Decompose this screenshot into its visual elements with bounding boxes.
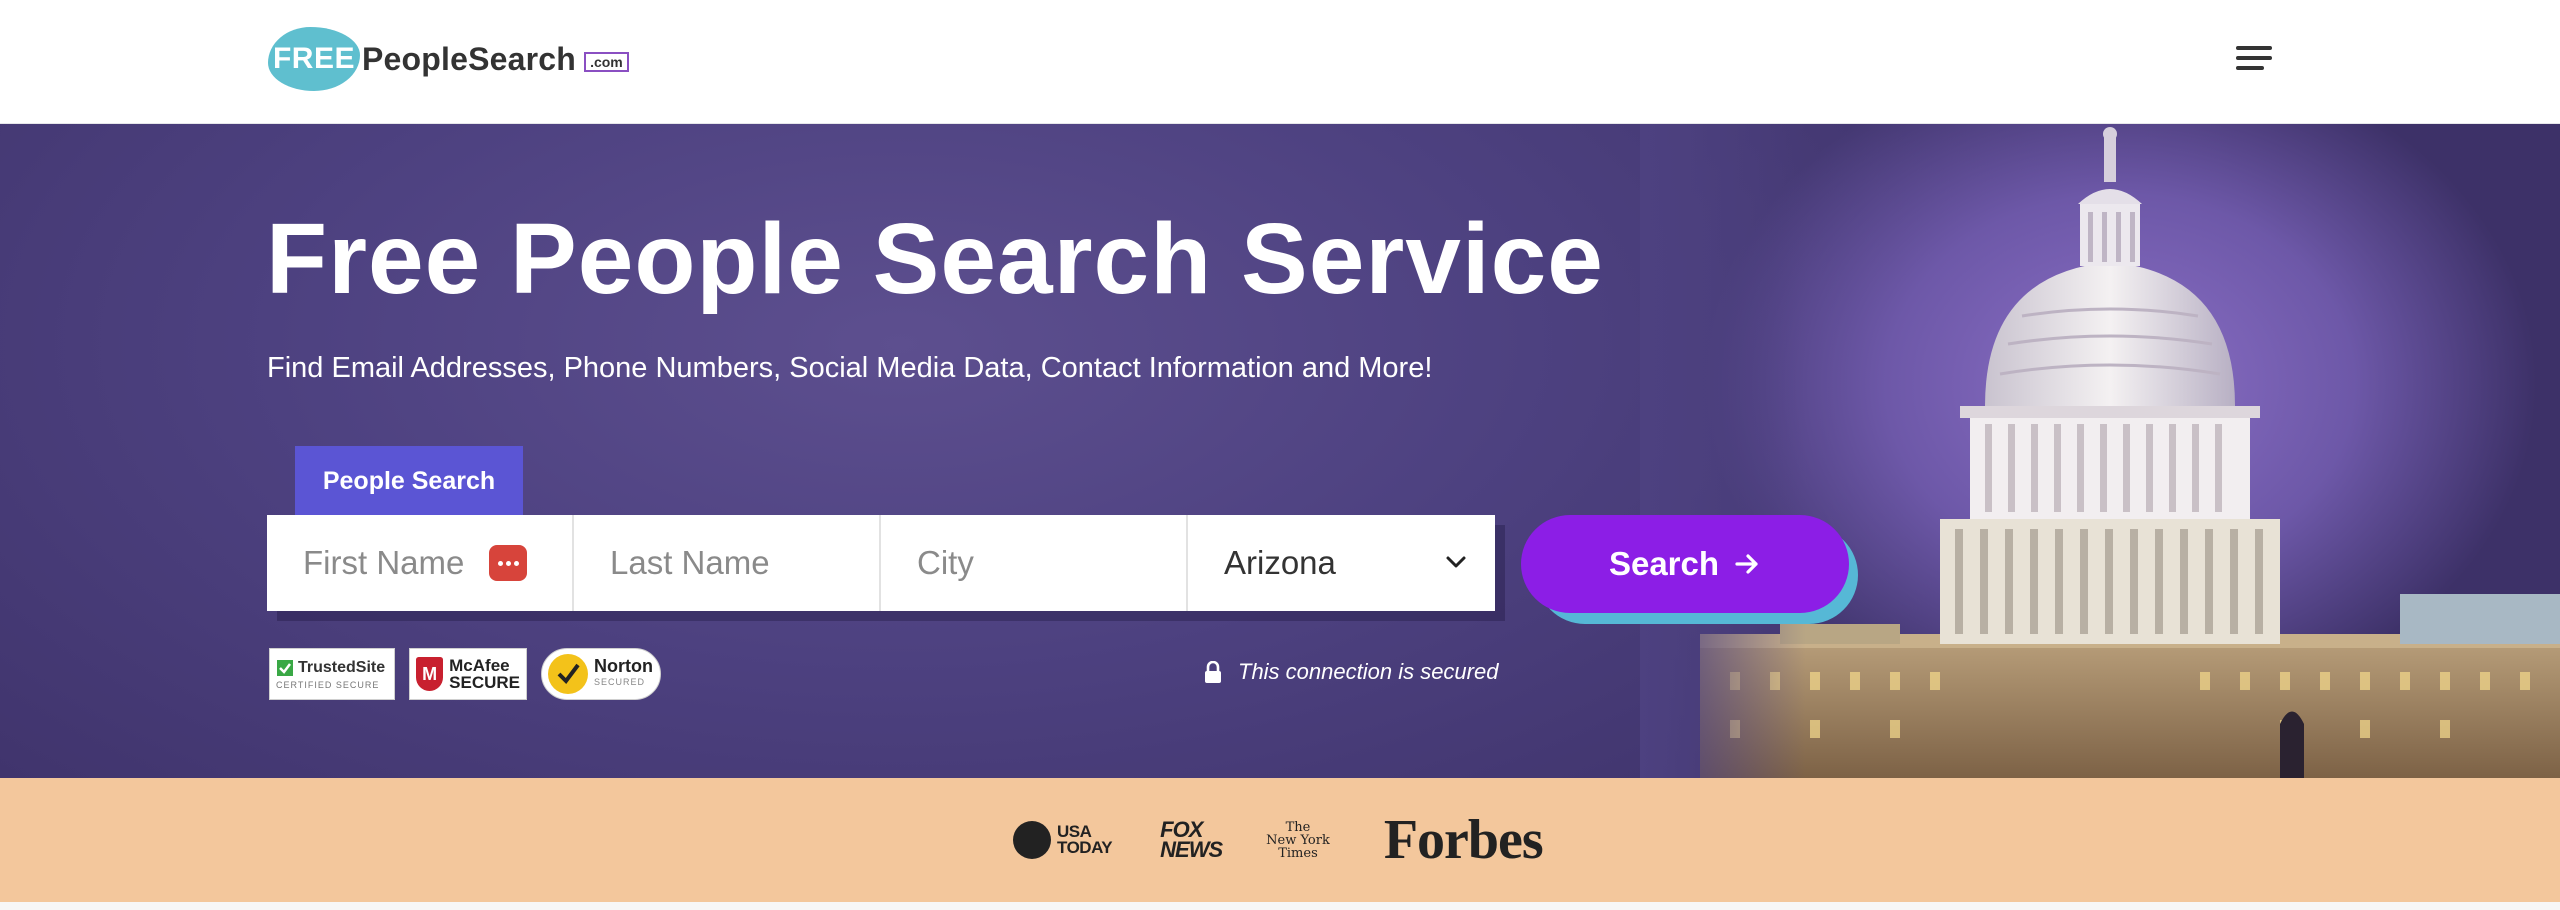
secure-connection-note: This connection is secured xyxy=(1204,659,1498,685)
trustedsite-badge: TrustedSite CERTIFIED SECURE xyxy=(269,648,395,700)
site-logo[interactable]: FREE PeopleSearch .com xyxy=(268,26,629,92)
forbes-logo: Forbes xyxy=(1383,809,1544,871)
city-field-wrapper xyxy=(881,515,1188,611)
hamburger-menu-icon[interactable] xyxy=(2236,44,2272,74)
trustedsite-title: TrustedSite xyxy=(298,658,386,676)
norton-title: Norton xyxy=(594,656,653,676)
trustedsite-sub: CERTIFIED SECURE xyxy=(276,679,380,690)
autofill-dots-icon[interactable] xyxy=(489,545,527,581)
hero-subtitle: Find Email Addresses, Phone Numbers, Soc… xyxy=(267,352,1433,384)
secure-text: This connection is secured xyxy=(1238,659,1499,684)
capitol-building-image xyxy=(1640,124,2560,778)
mcafee-shield-icon: M xyxy=(416,657,444,691)
mcafee-line2: SECURE xyxy=(449,673,520,692)
fox-news-logo: FOX NEWS xyxy=(1160,819,1223,862)
page-bottom-edge xyxy=(0,902,2560,910)
nyt-line2: New York xyxy=(1266,832,1330,848)
state-select[interactable]: Arizona xyxy=(1188,515,1495,611)
nyt-logo: The New York Times xyxy=(1266,821,1330,860)
usa-today-line2: TODAY xyxy=(1057,838,1113,857)
city-input[interactable] xyxy=(881,544,1186,582)
first-name-field-wrapper xyxy=(267,515,574,611)
mcafee-badge: M McAfee SECURE xyxy=(409,648,527,700)
logo-badge: FREE xyxy=(268,27,360,91)
chevron-down-icon xyxy=(1446,556,1466,568)
press-logos: USA TODAY FOX NEWS The New York Times Fo… xyxy=(1013,804,1544,876)
hero-section: Free People Search Service Find Email Ad… xyxy=(0,124,2560,778)
nyt-line1: The xyxy=(1285,819,1311,835)
tab-people-search[interactable]: People Search xyxy=(295,446,523,516)
logo-domain-suffix: .com xyxy=(584,52,629,72)
norton-sub: SECURED xyxy=(594,677,646,687)
mcafee-line1: McAfee xyxy=(449,656,510,675)
people-search-form: Arizona xyxy=(267,515,1495,611)
usa-today-logo: USA TODAY xyxy=(1013,821,1113,859)
norton-check-icon xyxy=(548,654,588,694)
arrow-right-icon xyxy=(1735,554,1758,574)
logo-wordmark: PeopleSearch xyxy=(362,40,577,77)
as-seen-on-strip: USA TODAY FOX NEWS The New York Times Fo… xyxy=(0,778,2560,902)
check-icon xyxy=(277,659,293,676)
last-name-field-wrapper xyxy=(574,515,881,611)
hero-title: Free People Search Service xyxy=(266,203,1604,315)
search-button[interactable]: Search xyxy=(1521,515,1849,613)
usa-today-dot-icon xyxy=(1013,821,1051,859)
lock-icon xyxy=(1205,661,1221,683)
search-button-label: Search xyxy=(1608,545,1720,582)
site-header: FREE PeopleSearch .com xyxy=(0,0,2560,124)
nyt-line3: Times xyxy=(1278,845,1318,861)
last-name-input[interactable] xyxy=(574,544,879,582)
trust-badges: TrustedSite CERTIFIED SECURE M McAfee SE… xyxy=(269,648,661,700)
state-select-value: Arizona xyxy=(1224,544,1336,581)
fox-news-line2: NEWS xyxy=(1160,837,1223,862)
norton-badge: Norton SECURED xyxy=(541,648,661,700)
